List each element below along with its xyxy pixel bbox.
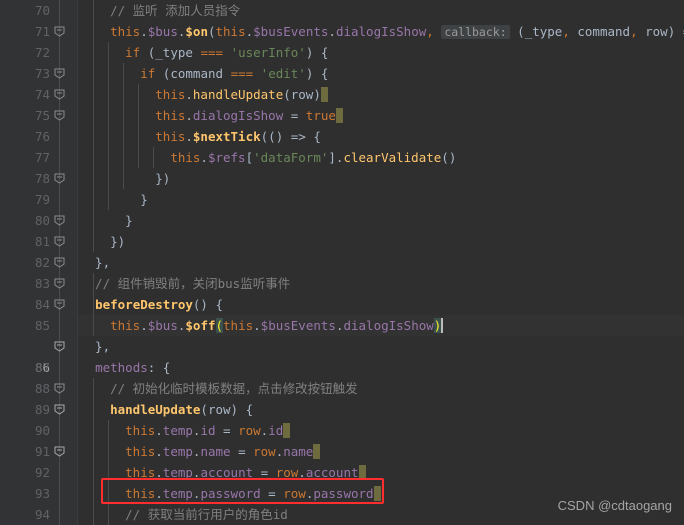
bracket-match-close: ): [433, 318, 442, 333]
code-line-77[interactable]: 77 this.$nextTick(() => {: [0, 126, 684, 184]
code-text: handleUpdate(row) {: [110, 402, 254, 417]
code-line-90[interactable]: 90 handleUpdate(row) {: [0, 399, 684, 457]
eol-marker: [358, 465, 366, 480]
code-text: // 组件销毁前，关闭bus监听事件: [80, 276, 291, 291]
code-text: this.dialogIsShow = true: [80, 105, 343, 126]
code-text: this.$bus.$off(this.$busEvents.dialogIsS…: [110, 318, 444, 333]
fold-collapse-icon[interactable]: [54, 26, 65, 79]
fold-collapse-icon[interactable]: [54, 173, 65, 226]
eol-marker: [283, 423, 291, 438]
eol-marker: [320, 87, 328, 102]
code-text: // 监听 添加人员指令: [80, 3, 241, 18]
code-line-79[interactable]: 79 }): [0, 168, 684, 226]
code-line-86[interactable]: 86 this.$bus.$off(this.$busEvents.dialog…: [0, 315, 684, 375]
code-line-89[interactable]: 89 // 初始化临时模板数据，点击修改按钮触发: [0, 378, 684, 417]
fold-collapse-icon[interactable]: [54, 236, 65, 289]
fold-expand-icon[interactable]: [54, 404, 65, 457]
code-line-71[interactable]: 71 // 监听 添加人员指令: [0, 0, 684, 39]
code-text: }): [80, 171, 171, 186]
code-line-82[interactable]: 82 }): [0, 231, 684, 289]
code-text: methods: {: [95, 360, 171, 375]
code-text: this.$refs['dataForm'].clearValidate(): [170, 150, 457, 165]
code-line-85[interactable]: 85 beforeDestroy() {: [0, 294, 684, 352]
fold-collapse-icon[interactable]: [54, 341, 65, 394]
code-text: }): [80, 234, 126, 249]
code-line-88[interactable]: 88 methods: {: [0, 357, 684, 415]
code-line-78[interactable]: 78 this.$refs['dataForm'].clearValidate(…: [0, 147, 684, 186]
code-text: this.$bus.$on(this.$busEvents.dialogIsSh…: [110, 24, 684, 39]
eol-marker: [373, 486, 381, 501]
code-line-74[interactable]: 74 if (command === 'edit') {: [0, 63, 684, 121]
code-line-73[interactable]: 73 if (_type === 'userInfo') {: [0, 42, 684, 100]
code-text: this.temp.id = row.id: [80, 420, 291, 441]
code-editor[interactable]: 70 mounted() { 71 // 监听 添加人员指令 72 this.$…: [0, 0, 684, 525]
code-line-91[interactable]: 91 this.temp.id = row.id: [0, 420, 684, 459]
code-text: beforeDestroy() {: [95, 297, 224, 312]
code-line-83[interactable]: 83 },: [0, 252, 684, 310]
fold-collapse-icon[interactable]: [54, 131, 65, 184]
fold-expand-icon[interactable]: [54, 362, 65, 415]
code-text: },: [80, 339, 111, 354]
text-caret: [441, 318, 444, 333]
fold-collapse-icon[interactable]: [54, 257, 65, 310]
code-text: }: [80, 192, 148, 207]
fold-collapse-icon[interactable]: [54, 47, 65, 100]
code-line-81[interactable]: 81 }: [0, 210, 684, 268]
eol-marker: [335, 108, 343, 123]
code-line-87[interactable]: 87 },: [0, 336, 684, 394]
code-text: }: [80, 213, 133, 228]
fold-expand-icon[interactable]: [54, 299, 65, 352]
code-text: // 获取当前行用户的角色id: [80, 507, 288, 522]
parameter-hint: callback:: [441, 25, 510, 39]
code-text: this.temp.password = row.password: [80, 483, 381, 504]
bracket-match-open: (: [215, 318, 224, 333]
code-text: this.handleUpdate(row): [80, 84, 328, 105]
code-line-75[interactable]: 75 this.handleUpdate(row): [0, 84, 684, 123]
code-text: this.$nextTick(() => {: [155, 129, 321, 144]
eol-marker: [313, 444, 321, 459]
code-text: if (_type === 'userInfo') {: [125, 45, 329, 60]
code-line-76[interactable]: 76 this.dialogIsShow = true: [0, 105, 684, 144]
code-text: if (command === 'edit') {: [140, 66, 329, 81]
code-text: this.temp.name = row.name: [80, 441, 321, 462]
code-line-84[interactable]: 84 // 组件销毁前，关闭bus监听事件: [0, 273, 684, 312]
code-line-72[interactable]: 72 this.$bus.$on(this.$busEvents.dialogI…: [0, 21, 684, 79]
fold-collapse-icon[interactable]: [54, 68, 65, 121]
watermark-text: CSDN @cdtaogang: [557, 498, 672, 513]
code-line-92[interactable]: 92 this.temp.name = row.name: [0, 441, 684, 480]
code-text: // 初始化临时模板数据，点击修改按钮触发: [80, 381, 358, 396]
code-line-80[interactable]: 80 }: [0, 189, 684, 247]
fold-expand-icon[interactable]: [54, 509, 65, 520]
fold-collapse-icon[interactable]: [54, 215, 65, 268]
code-line-93[interactable]: 93 this.temp.account = row.account: [0, 462, 684, 501]
code-text: this.temp.account = row.account: [80, 462, 366, 483]
code-text: },: [80, 255, 111, 270]
fold-collapse-icon[interactable]: [54, 194, 65, 247]
